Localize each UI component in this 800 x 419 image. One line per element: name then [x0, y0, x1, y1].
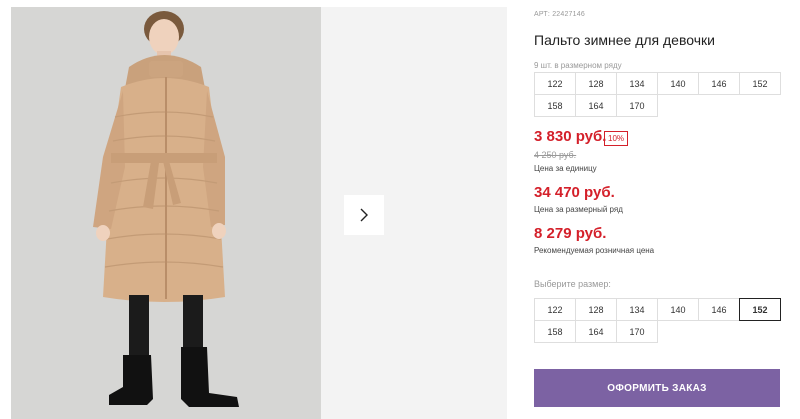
size-row-grid: 122 128 134 140 146 152 158 164 170 [534, 72, 781, 117]
product-gallery [11, 7, 507, 419]
size-option-selected[interactable]: 152 [739, 298, 781, 321]
row-price: 34 470 руб. [534, 184, 615, 201]
row-price-note: Цена за размерный ряд [534, 205, 623, 214]
unit-price: 3 830 руб. [534, 128, 607, 145]
size-option[interactable]: 146 [698, 298, 740, 321]
size-row-cell: 134 [616, 72, 658, 95]
size-option[interactable]: 128 [575, 298, 617, 321]
size-row-cell: 152 [739, 72, 781, 95]
size-option[interactable]: 140 [657, 298, 699, 321]
product-photo[interactable] [11, 7, 321, 419]
size-option[interactable]: 164 [575, 320, 617, 343]
gallery-next-button[interactable] [344, 195, 384, 235]
size-row-cell: 170 [616, 94, 658, 117]
size-row-cell: 140 [657, 72, 699, 95]
old-price: 4 250 руб. [534, 150, 577, 160]
product-page: АРТ: 22427146 Пальто зимнее для девочки … [0, 0, 800, 419]
discount-badge: 10% [604, 131, 629, 146]
size-option[interactable]: 134 [616, 298, 658, 321]
rrp-price-note: Рекомендуемая розничная цена [534, 246, 655, 255]
size-row-cell: 122 [534, 72, 576, 95]
place-order-button[interactable]: ОФОРМИТЬ ЗАКАЗ [534, 369, 780, 407]
size-row-cell: 164 [575, 94, 617, 117]
size-picker-grid: 122 128 134 140 146 152 158 164 170 [534, 298, 781, 343]
rrp-price: 8 279 руб. [534, 225, 607, 242]
choose-size-label: Выберите размер: [534, 279, 611, 289]
size-option[interactable]: 158 [534, 320, 576, 343]
girl-in-coat-image [11, 7, 321, 419]
product-title: Пальто зимнее для девочки [534, 32, 715, 48]
chevron-right-icon [360, 208, 368, 222]
size-option[interactable]: 170 [616, 320, 658, 343]
size-option[interactable]: 122 [534, 298, 576, 321]
size-row-cell: 158 [534, 94, 576, 117]
size-row-cell: 146 [698, 72, 740, 95]
product-sku: АРТ: 22427146 [534, 11, 585, 18]
size-row-cell: 128 [575, 72, 617, 95]
pack-note: 9 шт. в размерном ряду [534, 61, 622, 70]
unit-price-note: Цена за единицу [534, 164, 597, 173]
